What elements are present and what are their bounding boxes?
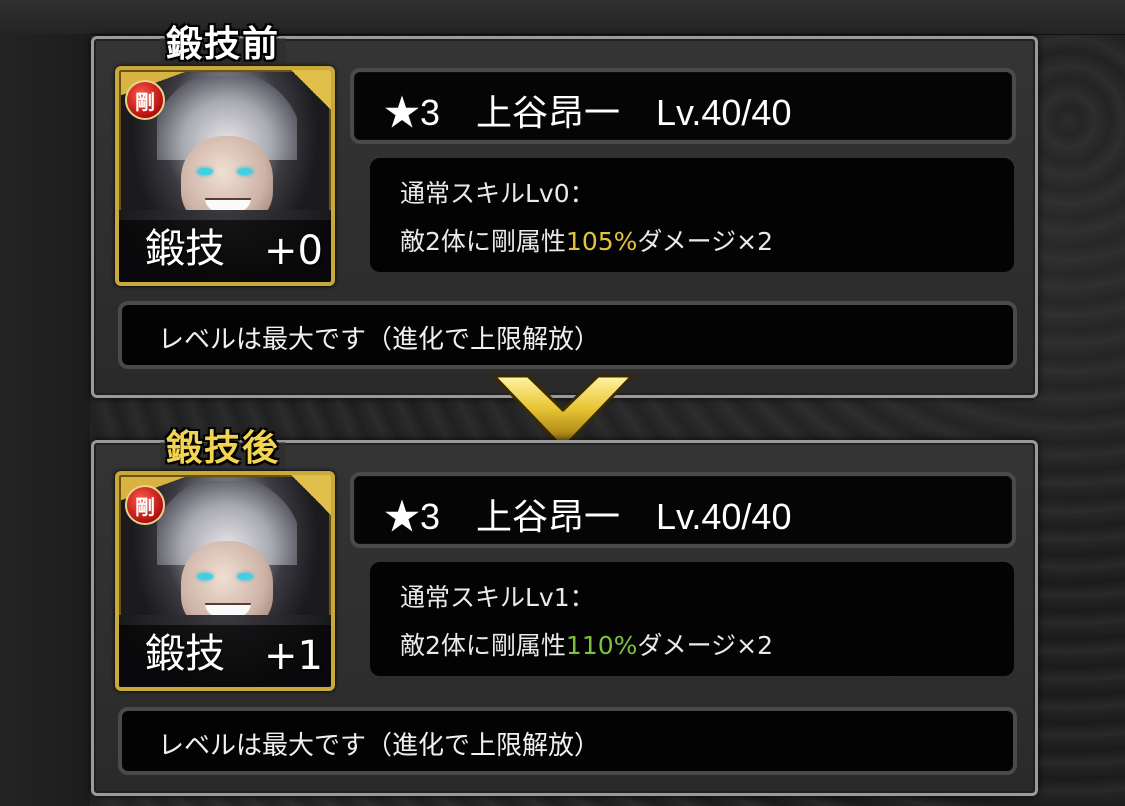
skill-description: 敵2体に剛属性110%ダメージ×2 [400,626,773,662]
character-name-panel-before: ★3 上谷昂一 Lv.40/40 [350,68,1016,144]
rarity-corner-icon [291,70,331,110]
section-title-before: 鍛技前 [160,15,287,67]
section-title-after: 鍛技後 [160,419,287,471]
level-message-panel-after: レベルは最大です（進化で上限解放） [118,707,1017,775]
attribute-badge-icon: 剛 [125,485,165,525]
side-panel [0,34,90,806]
forge-label: 鍛技 [145,631,225,677]
skill-desc-suffix: ダメージ×2 [637,631,774,660]
forge-label: 鍛技 [145,226,225,272]
character-portrait-after[interactable]: 剛 鍛技 +1 [115,471,335,691]
portrait-eye-right [237,573,253,580]
skill-heading: 通常スキルLv0： [400,179,595,208]
portrait-eye-left [197,573,213,580]
skill-desc-value: 105% [565,227,638,256]
forge-value: +1 [264,633,323,679]
forge-value: +0 [264,228,323,274]
before-forge-section: 鍛技前 剛 鍛技 +0 ★3 上谷昂一 Lv.40/40 通常スキルLv0： 敵… [91,15,1038,398]
attribute-badge-icon: 剛 [125,80,165,120]
skill-panel-before: 通常スキルLv0： 敵2体に剛属性105%ダメージ×2 [370,158,1014,272]
forge-rank-bar: 鍛技 +0 [119,220,331,282]
portrait-eye-right [237,168,253,175]
character-name-line: ★3 上谷昂一 Lv.40/40 [384,496,792,537]
skill-desc-prefix: 敵2体に剛属性 [400,631,566,660]
forge-rank-bar: 鍛技 +1 [119,625,331,687]
level-message: レベルは最大です（進化で上限解放） [158,325,601,355]
character-name-panel-after: ★3 上谷昂一 Lv.40/40 [350,472,1016,548]
skill-description: 敵2体に剛属性105%ダメージ×2 [400,222,773,258]
skill-panel-after: 通常スキルLv1： 敵2体に剛属性110%ダメージ×2 [370,562,1014,676]
skill-desc-prefix: 敵2体に剛属性 [400,227,566,256]
skill-desc-suffix: ダメージ×2 [637,227,774,256]
character-name-line: ★3 上谷昂一 Lv.40/40 [384,92,792,133]
level-message-panel-before: レベルは最大です（進化で上限解放） [118,301,1017,369]
skill-desc-value: 110% [565,631,638,660]
level-message: レベルは最大です（進化で上限解放） [158,731,601,761]
after-forge-section: 鍛技後 剛 鍛技 +1 ★3 上谷昂一 Lv.40/40 通常スキルLv1： 敵… [91,419,1038,796]
rarity-corner-icon [291,475,331,515]
skill-heading: 通常スキルLv1： [400,583,595,612]
character-portrait-before[interactable]: 剛 鍛技 +0 [115,66,335,286]
portrait-eye-left [197,168,213,175]
